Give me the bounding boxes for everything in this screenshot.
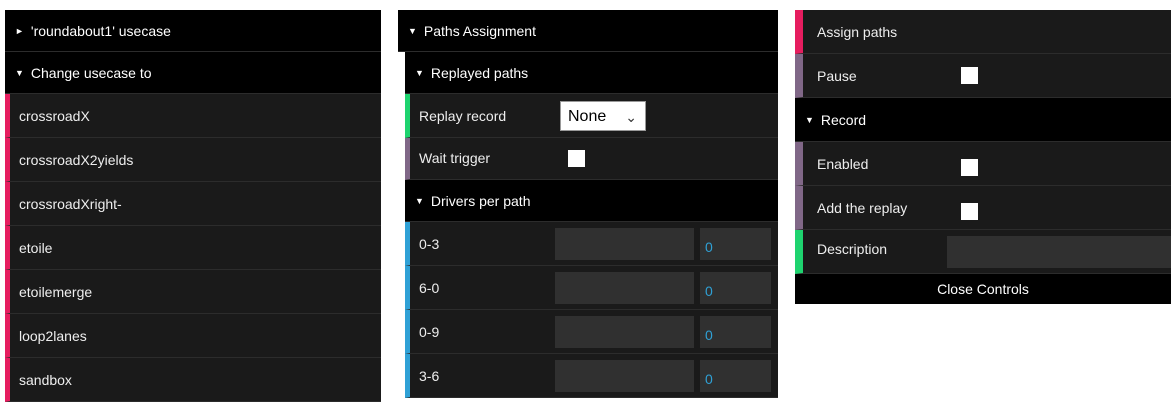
driver-row-3-6: 3-6 0: [405, 354, 778, 398]
pause-row: Pause: [795, 54, 1171, 98]
driver-number-input[interactable]: 0: [700, 228, 771, 260]
triangle-down-icon: ▼: [415, 196, 424, 207]
driver-slider[interactable]: [555, 360, 694, 392]
add-replay-checkbox[interactable]: [961, 203, 978, 220]
replay-record-label: Replay record: [419, 108, 507, 124]
paths-assignment-content: ▼ Replayed paths Replay record None ⌄ Wa…: [405, 52, 778, 398]
assign-paths-label: Assign paths: [817, 24, 898, 40]
assign-paths-button[interactable]: Assign paths: [795, 10, 1171, 54]
enabled-label: Enabled: [817, 156, 869, 172]
driver-slider[interactable]: [555, 272, 694, 304]
description-row: Description: [795, 230, 1171, 274]
drivers-per-path-folder-title[interactable]: ▼ Drivers per path: [405, 180, 778, 222]
paths-assignment-folder-label: Paths Assignment: [423, 23, 536, 39]
usecase-option-label: sandbox: [19, 372, 72, 388]
usecase-option-label: loop2lanes: [19, 328, 87, 344]
change-usecase-folder-title[interactable]: ▼ Change usecase to: [5, 52, 381, 94]
usecase-option-etoile[interactable]: etoile: [5, 226, 381, 270]
record-folder-label: Record: [820, 112, 867, 128]
description-input[interactable]: [947, 236, 1171, 268]
driver-slider[interactable]: [555, 228, 694, 260]
driver-row-6-0: 6-0 0: [405, 266, 778, 310]
triangle-right-icon: ►: [15, 26, 24, 37]
usecase-option-crossroadx2yields[interactable]: crossroadX2yields: [5, 138, 381, 182]
usecase-option-label: etoilemerge: [19, 284, 93, 300]
replayed-paths-folder-title[interactable]: ▼ Replayed paths: [405, 52, 778, 94]
driver-path-label: 0-9: [419, 324, 440, 340]
usecase-option-label: crossroadXright-: [19, 196, 122, 212]
driver-row-0-9: 0-9 0: [405, 310, 778, 354]
replay-record-select[interactable]: None ⌄: [560, 101, 646, 131]
chevron-down-icon: ⌄: [625, 109, 637, 125]
usecase-panel: ► 'roundabout1' usecase ▼ Change usecase…: [5, 10, 381, 402]
replay-record-value: None: [568, 108, 607, 125]
usecase-option-etoilemerge[interactable]: etoilemerge: [5, 270, 381, 314]
wait-trigger-checkbox[interactable]: [568, 150, 585, 167]
pause-label: Pause: [817, 68, 857, 84]
paths-panel: ▼ Paths Assignment ▼ Replayed paths Repl…: [398, 10, 778, 398]
driver-number-input[interactable]: 0: [700, 272, 771, 304]
usecase-folder-label: 'roundabout1' usecase: [30, 23, 171, 39]
triangle-down-icon: ▼: [415, 68, 424, 79]
replayed-paths-folder-label: Replayed paths: [430, 65, 529, 81]
pause-checkbox[interactable]: [961, 67, 978, 84]
driver-path-label: 0-3: [419, 236, 440, 252]
triangle-down-icon: ▼: [15, 68, 24, 79]
driver-row-0-3: 0-3 0: [405, 222, 778, 266]
driver-path-label: 3-6: [419, 368, 440, 384]
change-usecase-folder-label: Change usecase to: [30, 65, 152, 81]
triangle-down-icon: ▼: [805, 115, 814, 126]
usecase-option-crossroadxright[interactable]: crossroadXright-: [5, 182, 381, 226]
driver-number-input[interactable]: 0: [700, 360, 771, 392]
usecase-option-label: crossroadX2yields: [19, 152, 134, 168]
driver-slider[interactable]: [555, 316, 694, 348]
close-controls-button[interactable]: Close Controls: [795, 274, 1171, 304]
driver-path-label: 6-0: [419, 280, 440, 296]
controls-panel: Assign paths Pause ▼ Record Enabled Add …: [795, 10, 1171, 304]
usecase-option-loop2lanes[interactable]: loop2lanes: [5, 314, 381, 358]
driver-number-input[interactable]: 0: [700, 316, 771, 348]
replay-record-row: Replay record None ⌄: [405, 94, 778, 138]
usecase-folder-title[interactable]: ► 'roundabout1' usecase: [5, 10, 381, 52]
record-folder-title[interactable]: ▼ Record: [795, 98, 1171, 142]
usecase-option-label: etoile: [19, 240, 53, 256]
paths-assignment-folder-title[interactable]: ▼ Paths Assignment: [398, 10, 778, 52]
add-replay-row: Add the replay: [795, 186, 1171, 230]
usecase-option-crossroadx[interactable]: crossroadX: [5, 94, 381, 138]
enabled-checkbox[interactable]: [961, 159, 978, 176]
usecase-option-label: crossroadX: [19, 108, 90, 124]
enabled-row: Enabled: [795, 142, 1171, 186]
add-replay-label: Add the replay: [817, 200, 908, 216]
triangle-down-icon: ▼: [408, 26, 417, 37]
drivers-per-path-folder-label: Drivers per path: [430, 193, 531, 209]
usecase-option-sandbox[interactable]: sandbox: [5, 358, 381, 402]
wait-trigger-label: Wait trigger: [419, 150, 491, 166]
description-label: Description: [817, 241, 888, 257]
wait-trigger-row: Wait trigger: [405, 138, 778, 180]
